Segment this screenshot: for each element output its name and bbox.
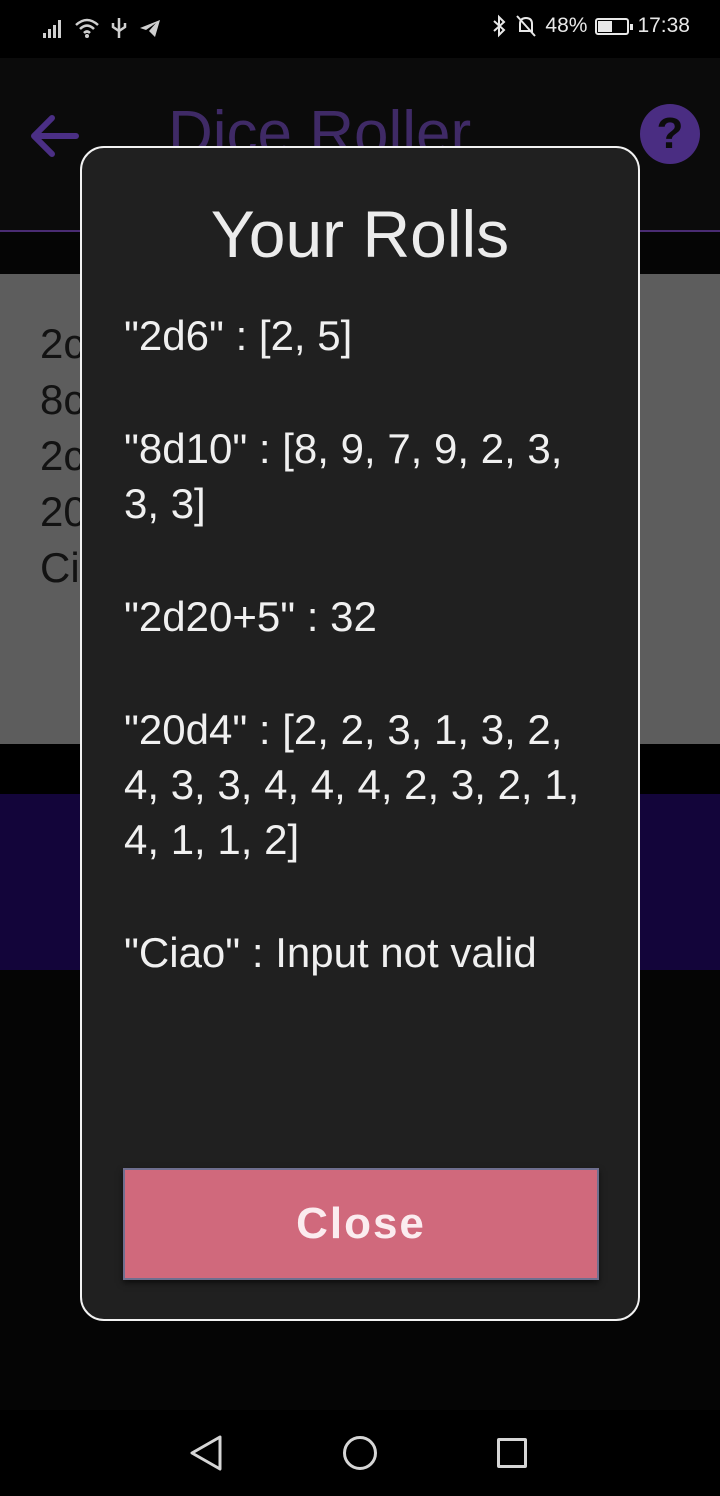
status-bar: 48% 17:38 (0, 0, 720, 58)
roll-result: "Ciao" : Input not valid (124, 929, 537, 976)
dialog-title: Your Rolls (210, 197, 510, 271)
telegram-icon (140, 20, 160, 37)
rolls-list: "2d6" : [2, 5] "8d10" : [8, 9, 7, 9, 2, … (124, 308, 604, 1038)
battery-icon (595, 17, 634, 35)
roll-result: "2d20+5" : 32 (124, 593, 377, 640)
nav-back-icon[interactable] (188, 1434, 224, 1472)
roll-result: "20d4" : [2, 2, 3, 1, 3, 2, 4, 3, 3, 4, … (124, 706, 580, 863)
navigation-bar (0, 1410, 720, 1496)
battery-percent: 48% (545, 14, 588, 37)
status-right-icons: 48% 17:38 (491, 14, 690, 38)
status-left-icons (42, 16, 162, 40)
mute-icon (516, 15, 537, 37)
rolls-dialog: Your Rolls "2d6" : [2, 5] "8d10" : [8, 9… (80, 146, 640, 1321)
roll-result: "2d6" : [2, 5] (124, 312, 353, 359)
clock: 17:38 (637, 14, 690, 37)
help-icon[interactable]: ? (640, 104, 700, 164)
nav-home-icon[interactable] (343, 1436, 377, 1470)
battery-level (598, 20, 612, 32)
signal-icon (43, 20, 61, 38)
wifi-icon (75, 18, 99, 38)
usb-icon (111, 18, 127, 38)
bluetooth-icon (493, 14, 506, 38)
back-arrow-icon[interactable] (26, 108, 82, 164)
close-button[interactable]: Close (123, 1168, 599, 1280)
nav-recents-icon[interactable] (497, 1438, 527, 1468)
roll-result: "8d10" : [8, 9, 7, 9, 2, 3, 3, 3] (124, 425, 563, 527)
